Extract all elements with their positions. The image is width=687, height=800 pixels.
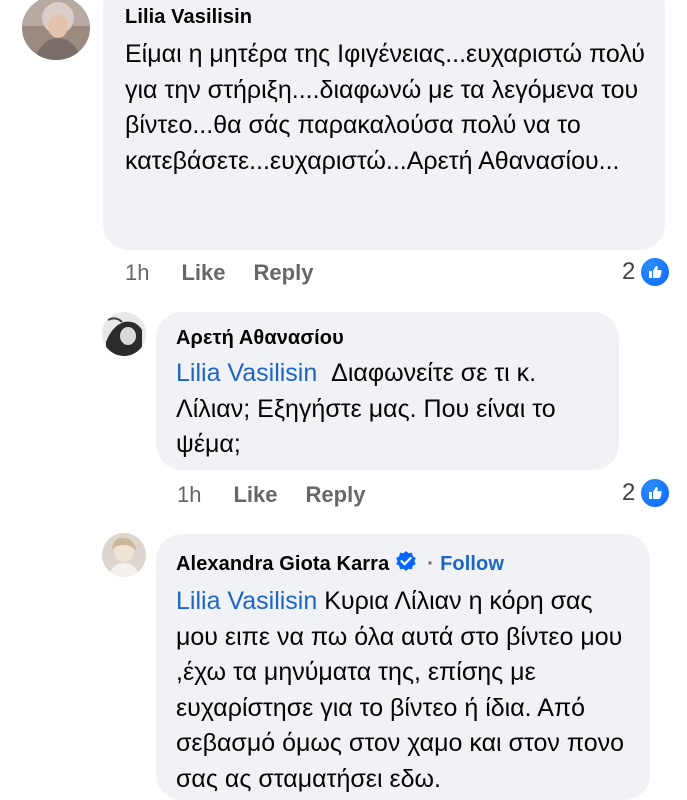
comment-actions: 1h Like Reply: [177, 482, 393, 508]
reaction-count: 2: [622, 258, 636, 285]
comment-time[interactable]: 1h: [177, 482, 201, 508]
verified-badge-icon: [395, 550, 417, 578]
comment-bubble: Αρετή Αθανασίου Lilia Vasilisin Διαφωνεί…: [156, 312, 619, 470]
avatar-areti-athanasiou[interactable]: [102, 312, 146, 356]
mention-link[interactable]: Lilia Vasilisin: [176, 359, 317, 387]
comment-bubble: Lilia Vasilisin Είμαι η μητέρα της Ιφιγέ…: [103, 0, 665, 250]
avatar-image: [22, 0, 90, 60]
like-icon: [639, 256, 672, 288]
comment-author[interactable]: Lilia Vasilisin: [125, 6, 643, 29]
reaction-summary[interactable]: 2: [622, 256, 672, 288]
comment-bubble: Alexandra Giota Karra · Follow Lilia Vas…: [156, 534, 650, 800]
mention-link[interactable]: Lilia Vasilisin: [176, 587, 317, 615]
reply-button[interactable]: Reply: [254, 260, 314, 286]
like-button[interactable]: Like: [233, 482, 277, 508]
comment-time[interactable]: 1h: [125, 260, 149, 286]
avatar-alexandra-giota-karra[interactable]: [102, 533, 146, 577]
comment-text: Είμαι η μητέρα της Ιφιγένειας...ευχαριστ…: [125, 40, 645, 175]
comment-author-row: Alexandra Giota Karra · Follow: [176, 550, 630, 578]
comment-body: Κυρια Λίλιαν η κόρη σας μου ειπε να πω ό…: [176, 587, 625, 793]
reaction-count: 2: [622, 479, 636, 506]
like-icon: [639, 477, 672, 509]
avatar-lilia-vasilisin[interactable]: [22, 0, 90, 60]
comment-author[interactable]: Alexandra Giota Karra: [176, 553, 389, 576]
reaction-summary[interactable]: 2: [622, 477, 672, 509]
follow-button[interactable]: Follow: [440, 553, 504, 576]
reply-button[interactable]: Reply: [306, 482, 366, 508]
avatar-image: [102, 533, 146, 577]
comment-text: Lilia Vasilisin Διαφωνείτε σε τι κ. Λίλι…: [176, 356, 601, 463]
comment-author[interactable]: Αρετή Αθανασίου: [176, 327, 599, 350]
separator-dot: ·: [427, 552, 435, 575]
like-button[interactable]: Like: [181, 260, 225, 286]
comment-actions: 1h Like Reply: [125, 260, 341, 286]
comment-text: Lilia Vasilisin Κυρια Λίλιαν η κόρη σας …: [176, 584, 632, 797]
avatar-image: [102, 312, 146, 356]
